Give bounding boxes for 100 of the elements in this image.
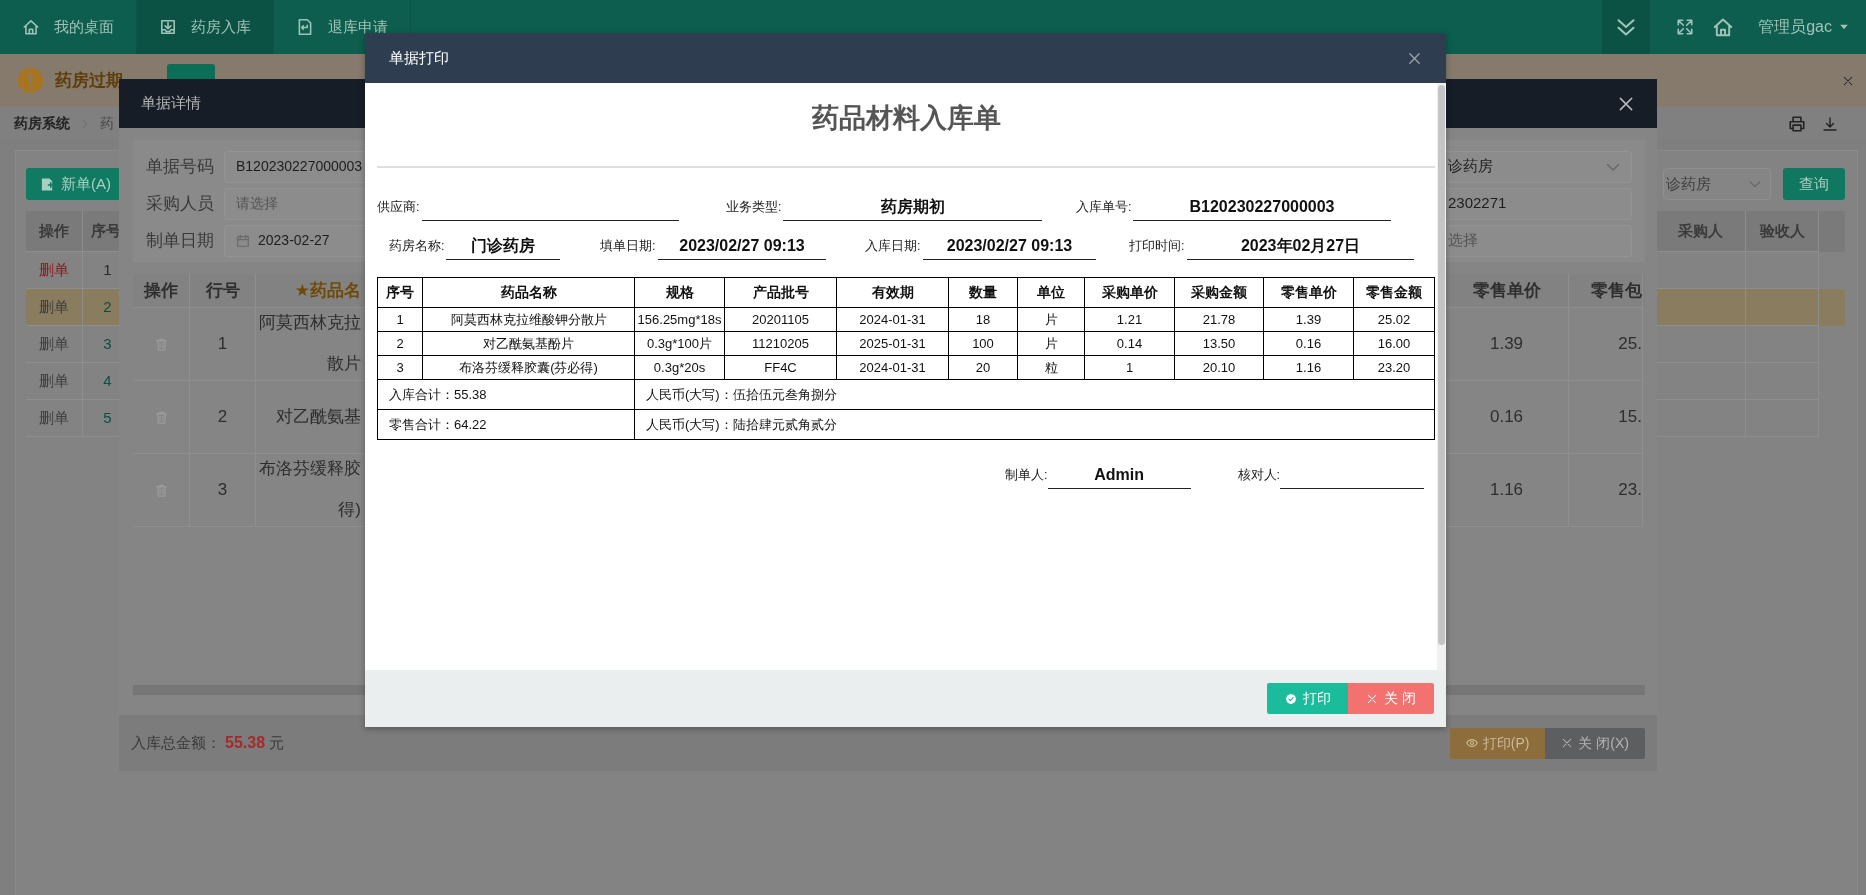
column-header: 有效期 bbox=[836, 277, 949, 308]
dialog-title: 单据详情 bbox=[141, 93, 201, 114]
amount-in-words: 人民币(大写)：伍拾伍元叁角捌分 bbox=[634, 379, 1435, 410]
table-cell: 1.39 bbox=[1263, 307, 1354, 332]
field-value: 药房期初 bbox=[783, 194, 1042, 221]
total-cell: 零售合计：64.22 bbox=[377, 409, 635, 440]
field-label: 入库单号: bbox=[1076, 199, 1133, 217]
column-header: 产品批号 bbox=[724, 277, 837, 308]
column-header: 采购人 bbox=[1678, 220, 1723, 241]
table-cell: 3 bbox=[377, 355, 423, 380]
table-cell-text: 3 bbox=[217, 479, 228, 502]
table-cell: 2024-01-31 bbox=[836, 307, 949, 332]
table-cell: 2 bbox=[377, 331, 423, 356]
close-button[interactable]: 关 闭(X) bbox=[1545, 727, 1645, 759]
collapse-button[interactable] bbox=[1602, 0, 1651, 54]
table-cell: 16.00 bbox=[1353, 331, 1435, 356]
select-field[interactable]: 诊药房 bbox=[1446, 150, 1632, 183]
table-cell: 粒 bbox=[1017, 355, 1085, 380]
row-number: 3 bbox=[103, 333, 112, 354]
field-value: Admin bbox=[1047, 462, 1191, 489]
column-header: 零售金额 bbox=[1353, 277, 1435, 308]
field-label: 供应商: bbox=[377, 199, 421, 217]
field-label: 打印时间: bbox=[1129, 238, 1186, 256]
store-select[interactable]: 诊药房 bbox=[1663, 168, 1771, 200]
table-cell: 1 bbox=[377, 307, 423, 332]
column-header: 零售单价 bbox=[1263, 277, 1354, 308]
breadcrumb-item[interactable]: 药 bbox=[100, 113, 114, 134]
table-cell: 11210205 bbox=[724, 331, 837, 356]
row-number: 1 bbox=[103, 259, 112, 280]
table-cell-text: 对乙酰氨基 bbox=[276, 405, 361, 428]
home-icon bbox=[22, 18, 40, 36]
field-value: 门诊药房 bbox=[446, 233, 560, 260]
table-cell: 2024-01-31 bbox=[836, 355, 949, 380]
column-header: 操作 bbox=[144, 279, 178, 302]
column-header: 采购金额 bbox=[1174, 277, 1264, 308]
table-cell: 0.14 bbox=[1084, 331, 1175, 356]
column-header: 序号 bbox=[377, 277, 423, 308]
table-cell: 25.02 bbox=[1353, 307, 1435, 332]
close-icon bbox=[1366, 692, 1379, 705]
eye-icon bbox=[1465, 737, 1478, 749]
table-cell: 23.20 bbox=[1353, 355, 1435, 380]
table-cell-text: 23. bbox=[1618, 479, 1642, 502]
close-icon[interactable] bbox=[1407, 50, 1422, 66]
print-button[interactable]: 打印(P) bbox=[1449, 727, 1546, 759]
table-cell: 片 bbox=[1017, 331, 1085, 356]
download-icon[interactable] bbox=[1822, 115, 1838, 132]
column-header: ★药品名 bbox=[294, 279, 361, 302]
table-cell-text: 得) bbox=[338, 499, 361, 521]
breadcrumb-item[interactable]: 药房系统 bbox=[14, 113, 70, 134]
nav-tab[interactable]: 药房入库 bbox=[137, 0, 274, 54]
field-label: 药房名称: bbox=[389, 238, 446, 256]
printer-icon[interactable] bbox=[1788, 114, 1806, 133]
table-cell-text: 布洛芬缓释胶 bbox=[259, 458, 361, 481]
field-label: 采购人员 bbox=[146, 192, 215, 215]
column-header: 药品名称 bbox=[422, 277, 635, 308]
table-cell: 20201105 bbox=[724, 307, 837, 332]
input-field[interactable]: 2302271 bbox=[1446, 187, 1632, 220]
inbox-icon bbox=[159, 18, 177, 36]
document-title: 药品材料入库单 bbox=[810, 102, 1002, 135]
table-cell-text: 阿莫西林克拉 bbox=[259, 312, 361, 335]
table-cell: 20 bbox=[948, 355, 1018, 380]
field-value: 2023/02/27 09:13 bbox=[923, 233, 1096, 260]
column-header: 零售包 bbox=[1591, 279, 1642, 302]
input-field[interactable]: B120230227000003 bbox=[224, 150, 366, 183]
document-icon bbox=[296, 18, 314, 36]
field-label: 填单日期: bbox=[600, 238, 657, 256]
total-amount: 入库总金额： 55.38 元 bbox=[131, 733, 285, 753]
table-cell: 0.3g*100片 bbox=[634, 331, 725, 356]
field-label: 入库日期: bbox=[865, 238, 922, 256]
field-value: B120230227000003 bbox=[1133, 194, 1391, 221]
row-number: 4 bbox=[103, 370, 112, 391]
table-cell: 0.3g*20s bbox=[634, 355, 725, 380]
column-header: 验收人 bbox=[1759, 220, 1805, 241]
column-header: 规格 bbox=[634, 277, 725, 308]
column-header: 操作 bbox=[39, 220, 69, 241]
table-cell: 20.10 bbox=[1174, 355, 1264, 380]
close-button[interactable]: 关 闭 bbox=[1348, 683, 1434, 714]
vertical-scrollbar[interactable] bbox=[1437, 83, 1446, 670]
table-cell: 21.78 bbox=[1174, 307, 1264, 332]
table-cell: 100 bbox=[948, 331, 1018, 356]
delete-link[interactable]: 删单 bbox=[39, 258, 69, 282]
user-menu[interactable]: 管理员gac bbox=[1758, 15, 1850, 39]
table-cell: 18 bbox=[948, 307, 1018, 332]
row-number: 5 bbox=[103, 407, 112, 428]
column-header: 单位 bbox=[1017, 277, 1085, 308]
query-button[interactable]: 查询 bbox=[1783, 168, 1845, 200]
table-cell-text: 25. bbox=[1618, 333, 1642, 356]
table-cell: 13.50 bbox=[1174, 331, 1264, 356]
table-cell-text: 散片 bbox=[327, 353, 361, 375]
column-header: 零售单价 bbox=[1472, 279, 1541, 302]
total-cell: 入库合计：55.38 bbox=[377, 379, 635, 410]
home-icon[interactable] bbox=[1712, 16, 1735, 38]
table-cell: 1.16 bbox=[1263, 355, 1354, 380]
fullscreen-icon[interactable] bbox=[1676, 18, 1695, 36]
field-value: 2023年02月27日 bbox=[1187, 233, 1414, 260]
print-button[interactable]: 打印 bbox=[1267, 683, 1348, 714]
warning-icon bbox=[18, 68, 43, 93]
date-field[interactable]: 2023-02-27 bbox=[224, 224, 366, 257]
table-cell: 1 bbox=[1084, 355, 1175, 380]
calendar-icon bbox=[236, 233, 250, 248]
